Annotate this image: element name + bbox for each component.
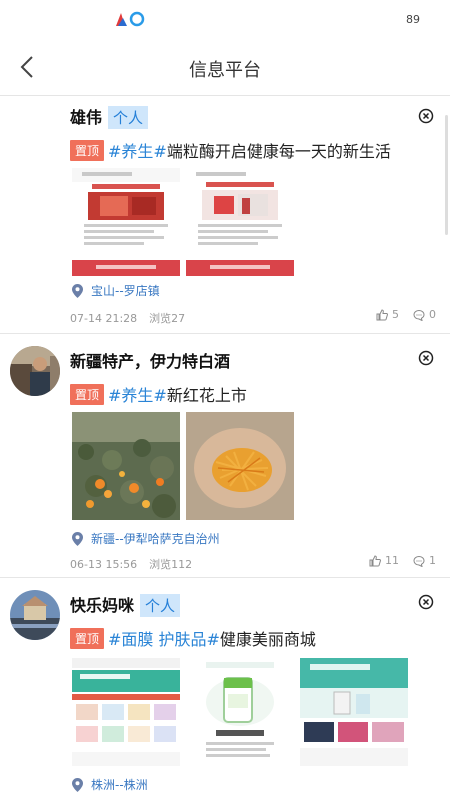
- image-gallery: [72, 168, 294, 276]
- location-pin-icon: [72, 777, 83, 792]
- app-logo-icon: [116, 11, 145, 27]
- post-image[interactable]: [72, 658, 180, 766]
- topic-tag[interactable]: #养生#: [108, 142, 167, 161]
- avatar[interactable]: [10, 590, 60, 640]
- page-title: 信息平台: [189, 60, 261, 81]
- post-meta: 07-14 21:28 浏览27: [70, 310, 197, 326]
- image-gallery: [72, 412, 294, 520]
- location-text: 宝山--罗店镇: [91, 284, 160, 298]
- account-type-badge: 个人: [140, 594, 181, 617]
- post-image[interactable]: [300, 658, 408, 766]
- post-card[interactable]: 新疆特产，伊力特白酒 置顶 #养生#新红花上市 新疆--伊犁哈萨克自治州 06-…: [0, 334, 450, 578]
- pinned-badge: 置顶: [70, 140, 105, 161]
- author-name: 快乐妈咪: [70, 596, 135, 615]
- post-time: 07-14 21:28: [70, 312, 138, 325]
- post-image[interactable]: [186, 412, 294, 520]
- close-icon[interactable]: [418, 594, 434, 610]
- post-image[interactable]: [186, 168, 294, 276]
- location[interactable]: 新疆--伊犁哈萨克自治州: [72, 530, 220, 547]
- post-content[interactable]: 置顶 #面膜 护肤品#健康美丽商城: [70, 626, 440, 650]
- battery-level: 89: [406, 13, 420, 26]
- view-count: 浏览112: [149, 558, 193, 571]
- thumbs-up-icon: [376, 308, 388, 320]
- post-meta: 06-13 15:56 浏览112: [70, 556, 204, 572]
- post-time: 06-13 15:56: [70, 558, 138, 571]
- comment-count: 0: [429, 308, 436, 321]
- location-pin-icon: [72, 531, 83, 546]
- close-icon[interactable]: [418, 108, 434, 124]
- post-card[interactable]: 快乐妈咪 个人 置顶 #面膜 护肤品#健康美丽商城 株洲--株洲: [0, 578, 450, 800]
- status-bar: 89: [0, 0, 450, 38]
- location[interactable]: 株洲--株洲: [72, 776, 148, 793]
- like-button[interactable]: 11: [369, 554, 399, 567]
- close-icon[interactable]: [418, 350, 434, 366]
- post-image[interactable]: [72, 412, 180, 520]
- post-image[interactable]: [72, 168, 180, 276]
- post-content[interactable]: 置顶 #养生#端粒酶开启健康每一天的新生活: [70, 138, 440, 162]
- like-count: 11: [385, 554, 399, 567]
- location-text: 新疆--伊犁哈萨克自治州: [91, 532, 220, 546]
- post-stats: 5 0: [376, 308, 436, 321]
- post-text: 新红花上市: [166, 386, 247, 405]
- scrollbar[interactable]: [445, 115, 448, 235]
- comment-button[interactable]: 1: [413, 554, 436, 567]
- topic-tag[interactable]: #面膜 护肤品#: [108, 630, 220, 649]
- post-content[interactable]: 置顶 #养生#新红花上市: [70, 382, 440, 406]
- post-author[interactable]: 快乐妈咪 个人: [70, 592, 181, 617]
- author-name: 新疆特产，伊力特白酒: [70, 352, 231, 371]
- pinned-badge: 置顶: [70, 628, 105, 649]
- thumbs-up-icon: [369, 554, 381, 566]
- comment-icon: [413, 555, 425, 567]
- comment-button[interactable]: 0: [413, 308, 436, 321]
- account-type-badge: 个人: [108, 106, 149, 129]
- post-text: 健康美丽商城: [219, 630, 316, 649]
- comment-icon: [413, 309, 425, 321]
- nav-bar: 信息平台: [0, 38, 450, 96]
- post-author[interactable]: 新疆特产，伊力特白酒: [70, 348, 230, 372]
- like-count: 5: [392, 308, 399, 321]
- post-text: 端粒酶开启健康每一天的新生活: [166, 142, 391, 161]
- location[interactable]: 宝山--罗店镇: [72, 282, 160, 299]
- location-pin-icon: [72, 283, 83, 298]
- post-stats: 11 1: [369, 554, 436, 567]
- post-author[interactable]: 雄伟 个人: [70, 104, 149, 129]
- post-card[interactable]: 雄伟 个人 置顶 #养生#端粒酶开启健康每一天的新生活 宝山--罗店镇 07-1…: [0, 96, 450, 334]
- location-text: 株洲--株洲: [91, 778, 148, 792]
- comment-count: 1: [429, 554, 436, 567]
- view-count: 浏览27: [149, 312, 186, 325]
- pinned-badge: 置顶: [70, 384, 105, 405]
- post-image[interactable]: [186, 658, 294, 766]
- image-gallery: [72, 658, 408, 766]
- like-button[interactable]: 5: [376, 308, 399, 321]
- topic-tag[interactable]: #养生#: [108, 386, 167, 405]
- avatar[interactable]: [10, 346, 60, 396]
- author-name: 雄伟: [70, 108, 103, 127]
